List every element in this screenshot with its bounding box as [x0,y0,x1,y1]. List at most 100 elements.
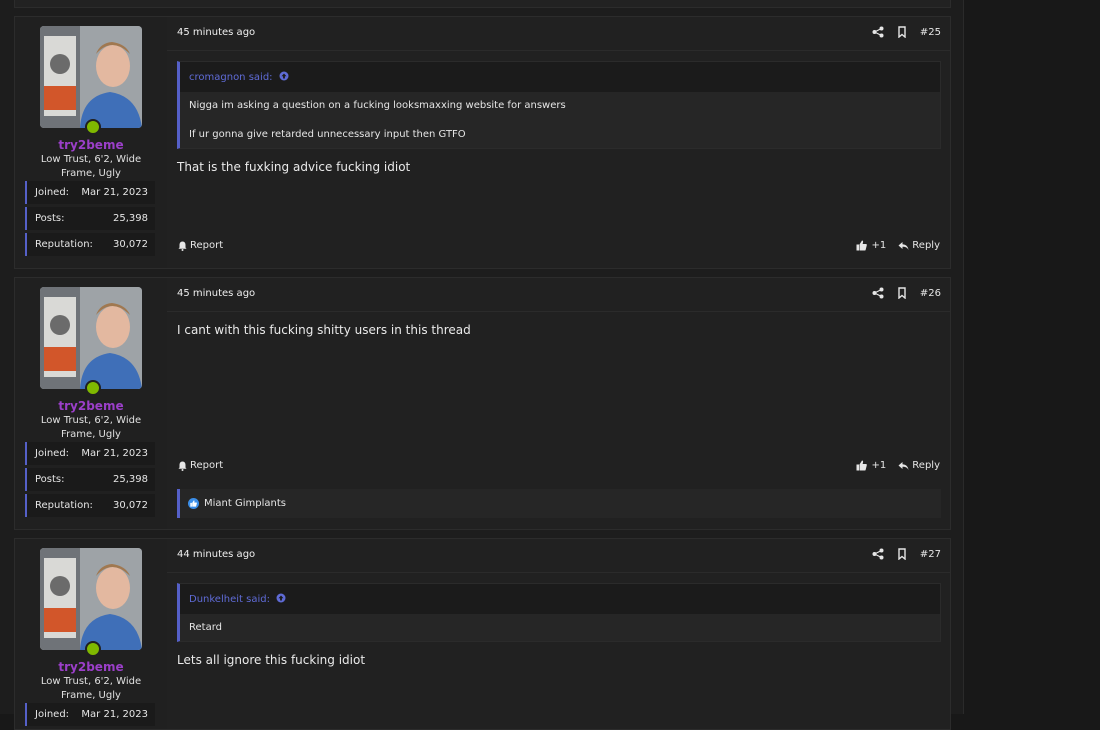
report-link[interactable]: Report [178,460,223,471]
stat-joined: Joined: Mar 21, 2023 [25,181,155,204]
report-label: Report [190,240,224,251]
share-icon[interactable] [872,548,884,560]
stat-posts: Posts: 25,398 [25,207,155,230]
user-title: Low Trust, 6'2, Wide Frame, Ugly [40,415,142,440]
post-25: try2beme Low Trust, 6'2, Wide Frame, Ugl… [14,16,951,269]
reacted-by-user[interactable]: Miant Gimplants [204,498,286,509]
arrow-up-circle-icon[interactable] [279,71,289,84]
online-status-icon [85,641,101,657]
quote-body: Nigga im asking a question on a fucking … [180,92,940,148]
avatar[interactable] [40,548,142,650]
post-body: 45 minutes ago #25 cromagnon said: Nigga… [167,17,950,268]
post-actions: #27 [872,548,941,560]
bookmark-icon[interactable] [896,548,908,560]
reaction-count: +1 [871,460,887,471]
thumbs-up-icon [856,460,867,471]
user-stats: Joined: Mar 21, 2023 [25,703,155,729]
quote-line: Retard [189,622,222,633]
quote-author[interactable]: cromagnon said: [189,72,273,83]
stat-posts: Posts: 25,398 [25,468,155,491]
post-body: 44 minutes ago #27 Dunkelheit said: Reta… [167,539,950,729]
post-header: 44 minutes ago #27 [167,539,950,573]
post-footer-actions: +1 Reply [856,240,940,251]
quote-header: Dunkelheit said: [180,584,940,614]
post-actions: #26 [872,287,941,299]
stat-label: Posts: [35,213,65,224]
arrow-up-circle-icon[interactable] [276,593,286,606]
share-icon[interactable] [872,287,884,299]
post-content: Lets all ignore this fucking idiot [177,653,366,667]
page-background [964,0,1100,714]
post-number-link[interactable]: #25 [920,27,941,38]
stat-label: Reputation: [35,239,93,250]
stat-value: 30,072 [113,239,148,250]
avatar[interactable] [40,26,142,128]
reactions-bar[interactable]: Miant Gimplants [177,489,941,518]
stat-value: Mar 21, 2023 [81,448,148,459]
user-cell: try2beme Low Trust, 6'2, Wide Frame, Ugl… [15,17,167,268]
reply-button[interactable]: Reply [898,240,940,251]
avatar[interactable] [40,287,142,389]
online-status-icon [85,119,101,135]
stat-value: 30,072 [113,500,148,511]
user-cell: try2beme Low Trust, 6'2, Wide Frame, Ugl… [15,539,167,729]
like-reaction-icon [188,498,199,509]
stat-value: 25,398 [113,213,148,224]
post-time[interactable]: 45 minutes ago [177,288,255,299]
quote-body: Retard [180,614,940,641]
reply-label: Reply [912,460,940,471]
bookmark-icon[interactable] [896,287,908,299]
username[interactable]: try2beme [15,399,167,413]
post-header: 45 minutes ago #26 [167,278,950,312]
report-label: Report [190,460,224,471]
stat-joined: Joined: Mar 21, 2023 [25,442,155,465]
stat-reputation: Reputation: 30,072 [25,233,155,256]
thumbs-up-icon [856,240,867,251]
quote-block: Dunkelheit said: Retard [177,583,941,642]
post-actions: #25 [872,26,941,38]
stat-label: Joined: [35,448,70,459]
like-button[interactable]: +1 [856,460,887,471]
stat-value: 25,398 [113,474,148,485]
quote-header: cromagnon said: [180,62,940,92]
post-header: 45 minutes ago #25 [167,17,950,51]
post-time[interactable]: 45 minutes ago [177,27,255,38]
reply-icon [898,241,909,250]
post-26: try2beme Low Trust, 6'2, Wide Frame, Ugl… [14,277,951,530]
post-time[interactable]: 44 minutes ago [177,549,255,560]
reply-button[interactable]: Reply [898,460,940,471]
stat-label: Joined: [35,187,70,198]
stat-label: Reputation: [35,500,93,511]
quote-line: If ur gonna give retarded unnecessary in… [189,129,466,140]
post-content: That is the fuxking advice fucking idiot [177,160,411,174]
stat-label: Posts: [35,474,65,485]
post-body: 45 minutes ago #26 I cant with this fuck… [167,278,950,529]
share-icon[interactable] [872,26,884,38]
stat-value: Mar 21, 2023 [81,187,148,198]
previous-post-edge [14,0,951,8]
user-stats: Joined: Mar 21, 2023 Posts: 25,398 Reput… [25,442,155,520]
reply-icon [898,461,909,470]
post-content: I cant with this fucking shitty users in… [177,323,471,337]
stat-joined: Joined: Mar 21, 2023 [25,703,155,726]
like-button[interactable]: +1 [856,240,887,251]
post-footer: Report +1 Reply [167,460,950,476]
username[interactable]: try2beme [15,660,167,674]
quote-author[interactable]: Dunkelheit said: [189,594,270,605]
stat-value: Mar 21, 2023 [81,709,148,720]
stat-label: Joined: [35,709,70,720]
bell-icon [178,241,187,251]
bell-icon [178,461,187,471]
post-number-link[interactable]: #27 [920,549,941,560]
report-link[interactable]: Report [178,240,223,251]
user-stats: Joined: Mar 21, 2023 Posts: 25,398 Reput… [25,181,155,259]
online-status-icon [85,380,101,396]
post-number-link[interactable]: #26 [920,288,941,299]
bookmark-icon[interactable] [896,26,908,38]
post-footer: Report +1 Reply [167,240,950,256]
reaction-count: +1 [871,240,887,251]
username[interactable]: try2beme [15,138,167,152]
user-cell: try2beme Low Trust, 6'2, Wide Frame, Ugl… [15,278,167,529]
quote-block: cromagnon said: Nigga im asking a questi… [177,61,941,149]
stat-reputation: Reputation: 30,072 [25,494,155,517]
